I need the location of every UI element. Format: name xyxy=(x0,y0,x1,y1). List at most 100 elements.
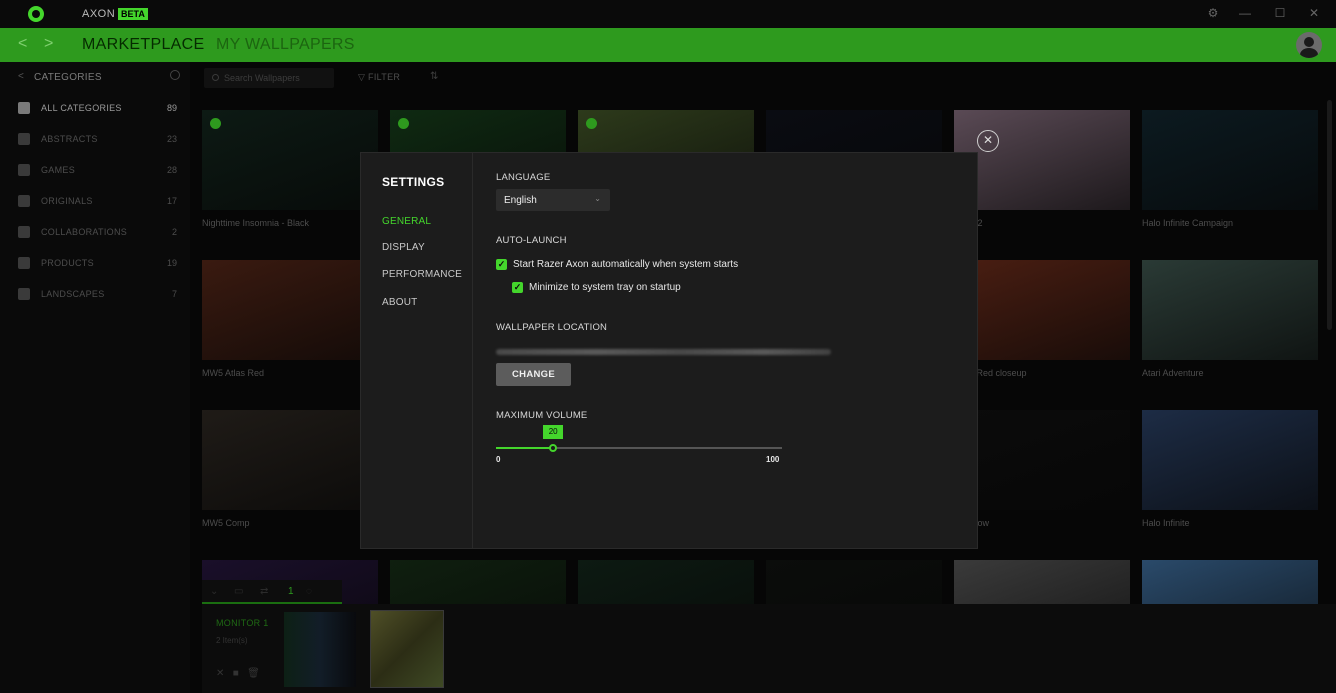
language-select[interactable]: English ⌄ xyxy=(496,189,610,211)
scrollbar[interactable] xyxy=(1327,100,1332,330)
wallpaper-card[interactable]: Atlas Red closeup xyxy=(954,260,1130,380)
mountain-icon xyxy=(18,288,30,300)
refresh-icon[interactable] xyxy=(170,70,180,80)
volume-slider-handle[interactable] xyxy=(549,444,558,452)
search-input[interactable] xyxy=(224,71,329,85)
maximize-icon[interactable]: ☐ xyxy=(1272,6,1288,20)
wallpaper-title: Rainbow xyxy=(954,518,1130,530)
settings-tab-display[interactable]: DISPLAY xyxy=(382,242,425,253)
monitor-number[interactable]: 1 xyxy=(288,586,294,597)
minimize-to-tray-label: Minimize to system tray on startup xyxy=(529,282,681,293)
applied-check-icon xyxy=(586,118,597,129)
wallpaper-thumbnail[interactable] xyxy=(1142,110,1318,210)
sidebar-item-originals[interactable]: ORIGINALS 17 xyxy=(0,186,190,216)
sidebar-item-count: 19 xyxy=(166,258,177,268)
start-automatically-checkbox[interactable]: ✓ xyxy=(496,259,507,270)
wallpaper-card[interactable]: Halo Infinite xyxy=(1142,410,1318,530)
minimize-icon[interactable]: — xyxy=(1237,6,1253,20)
wallpaper-location-path xyxy=(496,349,831,355)
minimize-to-tray-checkbox[interactable]: ✓ xyxy=(512,282,523,293)
sidebar-item-label: ALL CATEGORIES xyxy=(41,103,122,113)
sidebar-item-label: ORIGINALS xyxy=(41,196,93,206)
monitor-wallpaper-thumbnail[interactable] xyxy=(284,612,356,687)
sidebar-item-count: 17 xyxy=(166,196,177,206)
collab-icon xyxy=(18,226,30,238)
wallpaper-card[interactable]: Nighttime Insomnia - Black xyxy=(202,110,378,230)
trash-icon[interactable]: 🗑 xyxy=(247,668,260,679)
wallpaper-title: Atari Adventure xyxy=(1142,368,1204,378)
stop-icon[interactable]: ■ xyxy=(233,668,239,679)
sidebar-item-abstracts[interactable]: ABSTRACTS 23 xyxy=(0,124,190,154)
wallpaper-thumbnail[interactable] xyxy=(954,260,1130,360)
settings-tab-performance[interactable]: PERFORMANCE xyxy=(382,269,462,280)
sidebar-item-count: 7 xyxy=(171,289,177,299)
start-automatically-label: Start Razer Axon automatically when syst… xyxy=(513,259,739,270)
wallpaper-title: Halo Infinite xyxy=(1142,518,1190,528)
category-sidebar: < CATEGORIES ALL CATEGORIES 89 ABSTRACTS… xyxy=(0,62,190,693)
gamepad-icon xyxy=(18,164,30,176)
monitor-wallpaper-thumbnail[interactable] xyxy=(370,610,444,688)
close-icon[interactable]: ✕ xyxy=(1306,6,1322,20)
filter-label: FILTER xyxy=(368,72,401,82)
sidebar-item-label: PRODUCTS xyxy=(41,258,94,268)
wallpaper-card[interactable]: Lair V2 xyxy=(954,110,1130,230)
shuffle-off-icon[interactable]: ✕ xyxy=(216,668,224,679)
sidebar-item-products[interactable]: PRODUCTS 19 xyxy=(0,248,190,278)
gem-icon xyxy=(18,133,30,145)
monitor-icon[interactable]: ▭ xyxy=(234,586,243,597)
wallpaper-thumbnail[interactable] xyxy=(202,110,378,210)
shuffle-icon[interactable]: ⇄ xyxy=(260,586,268,597)
applied-check-icon xyxy=(398,118,409,129)
language-label: LANGUAGE xyxy=(496,172,551,183)
sidebar-item-count: 23 xyxy=(166,134,177,144)
user-avatar-icon[interactable] xyxy=(1296,32,1322,58)
wallpaper-card[interactable]: MW5 Comp xyxy=(202,410,378,530)
wallpaper-card[interactable]: Rainbow xyxy=(954,410,1130,530)
palette-icon xyxy=(18,195,30,207)
wallpaper-thumbnail[interactable] xyxy=(1142,260,1318,360)
settings-tab-general[interactable]: GENERAL xyxy=(382,216,431,227)
wallpaper-card[interactable]: Atari Adventure xyxy=(1142,260,1318,380)
chevron-left-icon[interactable]: < xyxy=(18,71,24,82)
sidebar-item-landscapes[interactable]: LANDSCAPES 7 xyxy=(0,279,190,309)
monitor-item-count: 2 Item(s) xyxy=(216,636,248,645)
tab-my-wallpapers[interactable]: MY WALLPAPERS xyxy=(216,36,355,54)
tab-marketplace[interactable]: MARKETPLACE xyxy=(82,36,204,54)
wallpaper-thumbnail[interactable] xyxy=(954,110,1130,210)
change-location-button[interactable]: CHANGE xyxy=(496,363,571,386)
auto-launch-label: AUTO-LAUNCH xyxy=(496,235,567,246)
sort-icon[interactable]: ⇅ xyxy=(430,71,438,82)
wallpaper-title: Nighttime Insomnia - Black xyxy=(202,218,310,228)
chevron-right-icon[interactable]: > xyxy=(44,35,53,53)
wallpaper-card[interactable]: MW5 Atlas Red xyxy=(202,260,378,380)
settings-tab-about[interactable]: ABOUT xyxy=(382,297,417,308)
search-box[interactable] xyxy=(204,68,334,88)
settings-icon[interactable]: ⚙ xyxy=(1205,6,1221,20)
wallpaper-thumbnail[interactable] xyxy=(202,260,378,360)
wallpaper-title: Halo Infinite Campaign xyxy=(1142,218,1234,228)
razer-logo-icon xyxy=(28,6,44,22)
wallpaper-card[interactable]: Halo Infinite Campaign xyxy=(1142,110,1318,230)
start-automatically-option[interactable]: ✓ Start Razer Axon automatically when sy… xyxy=(496,258,756,272)
wallpaper-thumbnail[interactable] xyxy=(1142,410,1318,510)
monitor-actions: ✕ ■ 🗑 xyxy=(216,668,260,679)
sidebar-item-all-categories[interactable]: ALL CATEGORIES 89 xyxy=(0,93,190,123)
language-value: English xyxy=(504,195,537,206)
wallpaper-location-label: WALLPAPER LOCATION xyxy=(496,322,608,333)
sidebar-item-games[interactable]: GAMES 28 xyxy=(0,155,190,185)
close-circle-icon[interactable]: ✕ xyxy=(977,130,999,152)
chevron-down-icon[interactable]: ⌄ xyxy=(210,586,218,597)
filter-button[interactable]: ▽ FILTER xyxy=(358,72,400,83)
chevron-left-icon[interactable]: < xyxy=(18,35,27,53)
volume-value-bubble: 20 xyxy=(543,425,564,439)
wallpaper-thumbnail[interactable] xyxy=(954,410,1130,510)
volume-slider[interactable]: 20 xyxy=(496,425,782,452)
sidebar-item-collaborations[interactable]: COLLABORATIONS 2 xyxy=(0,217,190,247)
categories-header[interactable]: < CATEGORIES xyxy=(0,62,190,92)
settings-content: LANGUAGE English ⌄ AUTO-LAUNCH ✓ Start R… xyxy=(496,153,966,548)
sidebar-item-count: 89 xyxy=(166,103,177,113)
wallpaper-thumbnail[interactable] xyxy=(202,410,378,510)
sidebar-item-label: LANDSCAPES xyxy=(41,289,105,299)
minimize-to-tray-option[interactable]: ✓ Minimize to system tray on startup xyxy=(512,281,712,295)
mouse-icon xyxy=(18,257,30,269)
